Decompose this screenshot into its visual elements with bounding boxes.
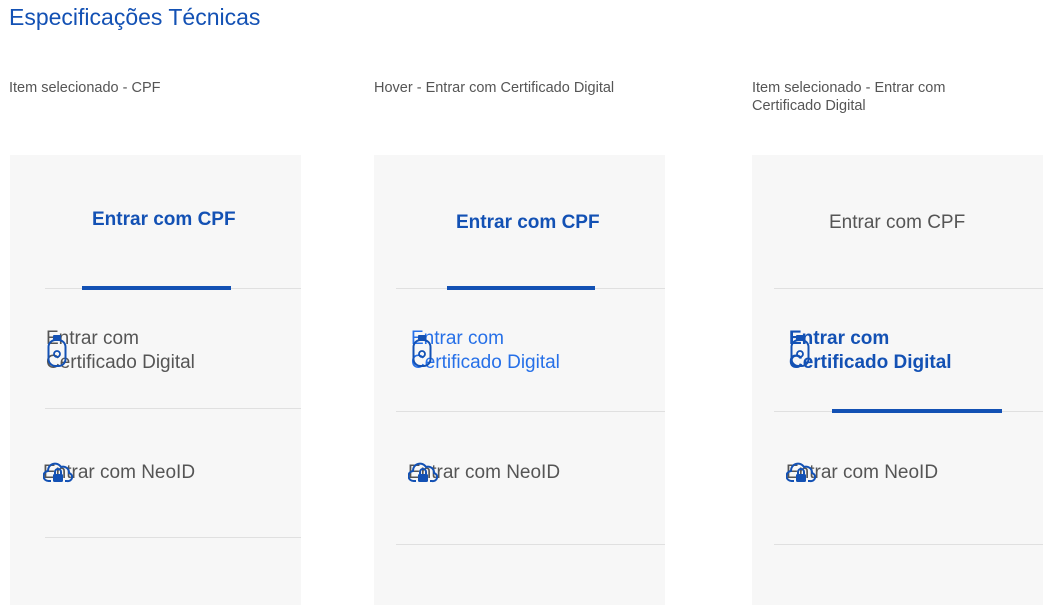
option-certificado-digital[interactable]: Entrar com Certificado Digital xyxy=(789,327,952,375)
option-cpf[interactable]: Entrar com CPF xyxy=(92,209,236,231)
option-cert-line2: Certificado Digital xyxy=(46,352,195,373)
divider xyxy=(45,408,301,409)
divider xyxy=(774,544,1043,545)
option-neoid[interactable]: Entrar com NeoID xyxy=(43,461,195,485)
caption-state-3-line2: Certificado Digital xyxy=(752,98,866,114)
option-certificado-digital[interactable]: Entrar com Certificado Digital xyxy=(46,327,195,375)
caption-state-2: Hover - Entrar com Certificado Digital xyxy=(374,80,615,96)
caption-state-3: Item selecionado - Entrar com Certificad… xyxy=(752,79,945,115)
caption-state-3-line1: Item selecionado - Entrar com xyxy=(752,80,946,96)
active-indicator xyxy=(447,286,595,290)
option-cert-line1: Entrar com xyxy=(789,328,890,349)
usb-token-icon xyxy=(46,334,68,368)
active-indicator xyxy=(832,409,1002,413)
divider xyxy=(396,411,665,412)
option-cert-line1: Entrar com xyxy=(411,328,504,349)
divider xyxy=(774,288,1043,289)
usb-token-icon xyxy=(411,334,433,368)
option-neoid[interactable]: Entrar com NeoID xyxy=(786,461,938,485)
active-indicator xyxy=(82,286,231,290)
caption-state-1: Item selecionado - CPF xyxy=(9,80,161,96)
option-certificado-digital[interactable]: Entrar com Certificado Digital xyxy=(411,327,560,375)
login-options-panel-3: Entrar com CPF Entrar com Certificado Di… xyxy=(752,155,1043,605)
login-options-panel-2: Entrar com CPF Entrar com Certificado Di… xyxy=(374,155,665,605)
option-cert-line2: Certificado Digital xyxy=(411,352,560,373)
option-cpf[interactable]: Entrar com CPF xyxy=(829,212,965,234)
option-cpf[interactable]: Entrar com CPF xyxy=(456,212,600,234)
divider xyxy=(45,537,301,538)
page-title: Especificações Técnicas xyxy=(9,4,261,30)
cloud-lock-icon xyxy=(786,460,816,486)
option-cert-line2: Certificado Digital xyxy=(789,352,952,373)
usb-token-icon xyxy=(789,334,811,368)
option-cert-line1: Entrar com xyxy=(46,328,139,349)
option-neoid[interactable]: Entrar com NeoID xyxy=(408,461,560,485)
cloud-lock-icon xyxy=(43,460,73,486)
login-options-panel-1: Entrar com CPF Entrar com Certificado Di… xyxy=(10,155,301,605)
cloud-lock-icon xyxy=(408,460,438,486)
divider xyxy=(396,544,665,545)
